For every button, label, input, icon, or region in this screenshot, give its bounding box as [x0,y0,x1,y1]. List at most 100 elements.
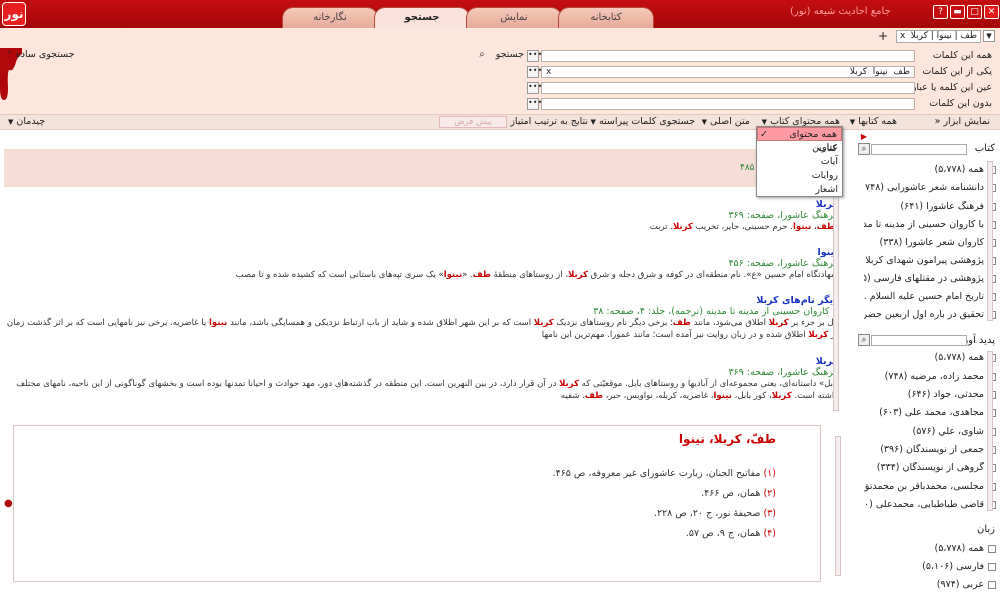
exact-phrase-options-button[interactable]: ••• [527,82,542,94]
result-item[interactable]: کربلا فرهنگ عاشورا، صفحه: ۳۶۹ بابل» داست… [4,356,838,402]
main-tabs: نگارخانه جستجو نمایش کتابخانه [282,7,654,28]
author-item[interactable]: گروهی از نویسندگان (۳۳۴) [864,462,984,473]
author-item[interactable]: محدثی، جواد (۶۴۶) [864,389,984,400]
book-item[interactable]: پژوهشی در مقتلهای فارسی (۲۶۵) [864,273,984,284]
book-item[interactable]: فرهنگ عاشورا (۶۴۱) [864,201,984,212]
label-exact-phrase: عین این کلمه یا عبارت [902,82,992,93]
tab-library[interactable]: کتابخانه [558,7,654,28]
menu-item-verses[interactable]: آیات [757,155,842,169]
result-snippet: بابل» داستانه‌ای، یعنی مجموعه‌ای از آباد… [4,378,838,402]
results-count: ۴۸۵ [740,163,755,173]
tab-search[interactable]: جستجو [374,7,470,28]
without-words-field[interactable] [541,98,915,110]
without-words-options-button[interactable]: ••• [527,98,542,110]
authors-search-icon[interactable]: ⌕ [858,334,870,346]
query-tab-label: طف | نینوا | کربلا [910,31,977,41]
add-query-tab-button[interactable]: + [878,29,888,43]
help-button[interactable]: ? [933,5,948,19]
author-item[interactable]: جمعی از نویسندگان (۳۹۶) [864,444,984,455]
menu-item-poems[interactable]: اشعار [757,183,842,197]
language-checkbox[interactable] [988,581,996,589]
books-filter-input[interactable] [871,144,967,155]
authors-scrollbar[interactable] [987,351,993,511]
author-item[interactable]: همه (۵،۷۷۸) [864,352,984,363]
snippet-text: شهادتگاه امام حسین «ع». نام منطقه‌ای در … [587,270,838,280]
chevron-down-icon: ▼ [8,118,14,126]
label-without-words: بدون این کلمات [929,98,992,109]
result-title[interactable]: کربلا [4,199,838,210]
sort-dropdown[interactable]: نتایج به ترتیب امتیاز ▼ [502,116,588,127]
language-item[interactable]: عربی (۹۷۴) [864,579,984,590]
author-item[interactable]: مجلسی، محمدباقر بن محمدتق... [864,481,984,492]
sort-label: نتایج به ترتیب امتیاز [510,116,588,127]
any-words-options-button[interactable]: ••• [527,66,542,78]
books-scrollbar[interactable] [987,161,993,321]
query-tab[interactable]: طف | نینوا | کربلا x [896,30,981,43]
book-item[interactable]: تحقیق در باره اول اربعین حضر... [864,309,984,320]
language-item[interactable]: همه (۵،۷۷۸) [864,543,984,554]
book-item[interactable]: دانشنامه شعر عاشورایی (۷۴۸) [864,182,984,193]
tab-display[interactable]: نمایش [466,7,562,28]
books-search-icon[interactable]: ⌕ [858,143,870,155]
author-item[interactable]: شاوی، علي (۵۷۶) [864,426,984,437]
all-words-field[interactable] [541,50,915,62]
maximize-button[interactable]: □ [967,5,982,19]
result-source: فرهنگ عاشورا، صفحه: ۳۶۹ [728,210,838,221]
tab-gallery[interactable]: نگارخانه [282,7,378,28]
book-item[interactable]: تاریخ امام حسین علیه السلام ... [864,291,984,302]
result-item[interactable]: کربلا فرهنگ عاشورا، صفحه: ۳۶۹ -طف، نینوا… [4,199,838,233]
result-title[interactable]: دیگر نام‌های کربلا [4,295,838,306]
layout-dropdown[interactable]: چیدمان ▼ [8,116,45,127]
query-tab-menu-icon[interactable]: ▼ [983,30,995,42]
author-item[interactable]: محمد زاده، مرضیه (۷۴۸) [864,371,984,382]
default-button[interactable]: پیش فرض [439,116,507,128]
language-checkbox[interactable] [988,545,996,553]
main-text-dropdown[interactable]: متن اصلی ▼ [702,116,750,127]
book-item[interactable]: کاروان شعر عاشورا (۳۳۸) [864,237,984,248]
label-any-words: یکی از این کلمات [922,66,992,77]
expand-arrow-icon[interactable]: ▶ [861,132,867,141]
menu-item-all-content[interactable]: ✓ همه محتوای کتاب [757,127,842,154]
result-item[interactable]: نینوا فرهنگ عاشورا، صفحه: ۴۵۶ شهادتگاه ا… [4,247,838,281]
book-item[interactable]: با کاروان حسینی از مدینه تا مدی... [864,219,984,230]
author-item[interactable]: مجاهدی، محمد علی (۶۰۳) [864,407,984,418]
any-words-field[interactable]: طف نینوا کربلا x [541,66,915,78]
document-scrollbar[interactable] [835,436,841,576]
simple-search-label: جستجوی ساده [15,49,75,60]
books-list: همه (۵،۷۷۸) دانشنامه شعر عاشورایی (۷۴۸) … [855,159,1000,321]
snippet-text: ، کور بابل، [731,391,772,401]
document-viewer[interactable]: طفّ، کربلا، نینوا (۱) مفاتیح الجنان، زیا… [13,425,841,582]
show-tools-button[interactable]: نمایش ابزار « [935,116,990,127]
title-segment: ، [704,432,714,446]
exact-phrase-field[interactable] [541,82,915,94]
title-segment: طفّ [750,432,776,446]
result-title[interactable]: کربلا [4,356,838,367]
author-item[interactable]: قاضی طباطبایی، محمدعلی (۲۳۰) [864,499,984,510]
query-tab-close-icon[interactable]: x [900,31,905,41]
menu-item-narrations[interactable]: روایات [757,169,842,183]
all-words-options-button[interactable]: ••• [527,50,542,62]
language-item[interactable]: فارسی (۵،۱۰۶) [864,561,984,572]
simple-search-link[interactable]: جستجوی ساده ⌃ [6,49,75,62]
result-item[interactable]: دیگر نام‌های کربلا با کاروان حسینی از مد… [4,295,838,341]
all-books-dropdown[interactable]: همه کتابها ▼ [850,116,897,127]
footnote-line: (۲) همان، ص ۴۶۶. [701,488,776,499]
language-checkbox[interactable] [988,563,996,571]
minimize-button[interactable]: ▬ [950,5,965,19]
results-list[interactable]: ۴۸۵ کربلا فرهنگ عاشورا، صفحه: ۳۶۹ -طف، ن… [4,131,840,421]
result-title[interactable]: نینوا [4,247,838,258]
highlighted-keyword: کربلا [771,391,792,401]
refined-words-dropdown[interactable]: جستجوی کلمات پیراسته ▼ [591,116,695,127]
check-icon: ✓ [760,129,768,140]
clear-icon[interactable]: x [546,67,551,77]
book-item[interactable]: همه (۵،۷۷۸) [864,164,984,175]
results-toolbar: نمایش ابزار « همه کتابها ▼ همه محتوای کت… [0,114,1000,130]
highlighted-keyword: نینوا [713,391,732,401]
highlighted-keyword: کربلا [568,270,588,280]
close-button[interactable]: ✕ [984,5,999,19]
book-item[interactable]: پژوهشی پیرامون شهدای کربلا (... [864,255,984,266]
highlighted-keyword: کربلا [533,318,554,328]
menu-item-titles[interactable]: عناوین [757,141,842,155]
authors-filter-input[interactable] [871,335,967,346]
search-button[interactable]: جستجو ⌕ [468,49,524,62]
